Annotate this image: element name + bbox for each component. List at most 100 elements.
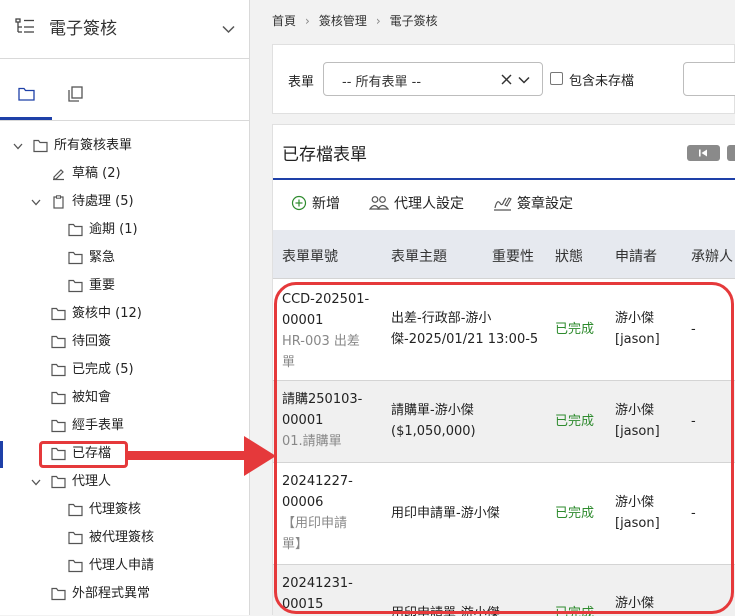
chevron-right-icon: › — [375, 13, 381, 28]
tree-item-label: 待處理 (5) — [72, 194, 134, 209]
tree-item-return-sign[interactable]: 待回簽 — [51, 330, 111, 354]
form-select-value: -- 所有表單 -- — [342, 75, 422, 90]
breadcrumb: 首頁 › 簽核管理 › 電子簽核 — [272, 12, 438, 29]
tree-item-delegate-request[interactable]: 代理人申請 — [68, 554, 154, 578]
highlight-box-table — [274, 282, 734, 614]
annotation-arrow-shaft — [128, 451, 246, 460]
tree-item-label: 已完成 (5) — [72, 362, 134, 377]
active-tab-indicator — [0, 117, 52, 120]
folder-icon — [68, 279, 83, 293]
tree-item-label: 代理人申請 — [89, 558, 155, 573]
form-filter-label: 表單 — [288, 75, 315, 90]
panel-header-divider — [273, 178, 735, 180]
tree-item-delegate[interactable]: 代理人 — [51, 470, 111, 494]
tree-item-label: 草稿 (2) — [72, 166, 121, 181]
tree-menu-icon[interactable] — [15, 17, 35, 35]
include-unsaved-checkbox[interactable] — [550, 72, 563, 85]
folder-icon — [33, 139, 48, 153]
tree-item-pending[interactable]: 待處理 (5) — [51, 190, 134, 214]
folder-icon — [51, 419, 66, 433]
delegate-settings-button[interactable]: 代理人設定 — [369, 193, 464, 213]
sidebar-header: 電子簽核 — [0, 0, 250, 59]
add-button-label: 新增 — [312, 196, 340, 212]
sidebar-tabs — [0, 59, 250, 121]
folder-icon — [51, 335, 66, 349]
column-header-subject[interactable]: 表單主題 — [391, 246, 447, 266]
clipboard-icon — [53, 195, 64, 209]
folder-icon — [51, 475, 66, 489]
tree-item-handled[interactable]: 經手表單 — [51, 414, 124, 438]
tree-item-label: 代理簽核 — [89, 502, 142, 517]
breadcrumb-current: 電子簽核 — [389, 14, 438, 28]
column-header-status[interactable]: 狀態 — [555, 246, 583, 266]
form-select[interactable]: -- 所有表單 -- — [323, 62, 543, 96]
add-circle-icon — [291, 195, 307, 211]
folder-icon — [51, 307, 66, 321]
folder-icon — [51, 363, 66, 377]
signature-settings-label: 簽章設定 — [517, 196, 573, 212]
column-header-importance[interactable]: 重要性 — [492, 246, 534, 266]
tree-item-overdue[interactable]: 逾期 (1) — [68, 218, 138, 242]
table-header: 表單單號 表單主題 重要性 狀態 申請者 承辦人 — [273, 230, 735, 278]
tree-item-delegate-sign[interactable]: 代理簽核 — [68, 498, 141, 522]
tree-item-notified[interactable]: 被知會 — [51, 386, 111, 410]
column-header-handler[interactable]: 承辦人 — [691, 246, 733, 266]
include-unsaved-label: 包含未存檔 — [569, 74, 635, 89]
chevron-down-icon[interactable] — [222, 25, 235, 34]
tree-item-label: 待回簽 — [72, 334, 112, 349]
folder-icon — [68, 251, 83, 265]
folder-icon — [51, 587, 66, 601]
add-button[interactable]: 新增 — [291, 193, 340, 213]
tree-item-drafts[interactable]: 草稿 (2) — [51, 162, 121, 186]
signature-settings-button[interactable]: 簽章設定 — [493, 193, 573, 213]
folder-icon — [68, 503, 83, 517]
tree-item-label: 緊急 — [89, 250, 116, 265]
tree-item-label: 經手表單 — [72, 418, 125, 433]
tree-item-delegated-sign[interactable]: 被代理簽核 — [68, 526, 154, 550]
tree-item-label: 被知會 — [72, 390, 112, 405]
chevron-down-icon[interactable] — [518, 76, 530, 84]
delegate-settings-label: 代理人設定 — [394, 196, 464, 212]
search-input[interactable] — [683, 62, 735, 96]
expand-chevron-icon[interactable] — [30, 196, 42, 208]
chevron-right-icon: › — [305, 13, 310, 28]
tree-item-in-review[interactable]: 簽核中 (12) — [51, 302, 142, 326]
sidebar-title: 電子簽核 — [49, 19, 117, 39]
folder-icon — [68, 223, 83, 237]
highlight-box-archived — [39, 441, 128, 468]
tree-item-important[interactable]: 重要 — [68, 274, 115, 298]
clear-icon[interactable] — [501, 74, 512, 85]
breadcrumb-home[interactable]: 首頁 — [272, 12, 296, 29]
tab-folder-icon[interactable] — [18, 87, 35, 101]
users-icon — [369, 195, 389, 210]
breadcrumb-approval-management[interactable]: 簽核管理 — [319, 12, 367, 29]
tree-item-label: 簽核中 (12) — [72, 306, 142, 321]
folder-icon — [68, 559, 83, 573]
prev-page-button[interactable] — [727, 145, 735, 161]
tree-item-label: 被代理簽核 — [89, 530, 155, 545]
tree-item-all-forms[interactable]: 所有簽核表單 — [33, 134, 132, 158]
active-item-indicator — [0, 441, 3, 468]
tree-item-label: 外部程式異常 — [72, 586, 151, 601]
column-header-applicant[interactable]: 申請者 — [615, 246, 657, 266]
tree-item-external-errors[interactable]: 外部程式異常 — [51, 582, 150, 606]
first-page-icon — [699, 149, 707, 157]
panel-title: 已存檔表單 — [282, 145, 367, 165]
signature-icon — [494, 196, 512, 211]
tree-item-label: 逾期 (1) — [89, 222, 138, 237]
expand-chevron-icon[interactable] — [12, 140, 24, 152]
sidebar: 電子簽核 所有簽核表單 草稿 (2) 待處理 (5) 逾期 (1) 緊急 重要 … — [0, 0, 250, 615]
first-page-button[interactable] — [687, 145, 720, 161]
tree-item-label: 所有簽核表單 — [54, 138, 133, 153]
expand-chevron-icon[interactable] — [30, 476, 42, 488]
tree-item-label: 重要 — [89, 278, 116, 293]
folder-icon — [68, 531, 83, 545]
tree-item-completed[interactable]: 已完成 (5) — [51, 358, 134, 382]
tab-copy-icon[interactable] — [68, 86, 83, 102]
tree-item-label: 代理人 — [72, 474, 112, 489]
folder-icon — [51, 391, 66, 405]
tree-item-urgent[interactable]: 緊急 — [68, 246, 115, 270]
edit-icon — [53, 169, 64, 181]
column-header-form-no[interactable]: 表單單號 — [282, 246, 338, 266]
filter-bar: 表單 -- 所有表單 -- 包含未存檔 — [272, 44, 735, 114]
